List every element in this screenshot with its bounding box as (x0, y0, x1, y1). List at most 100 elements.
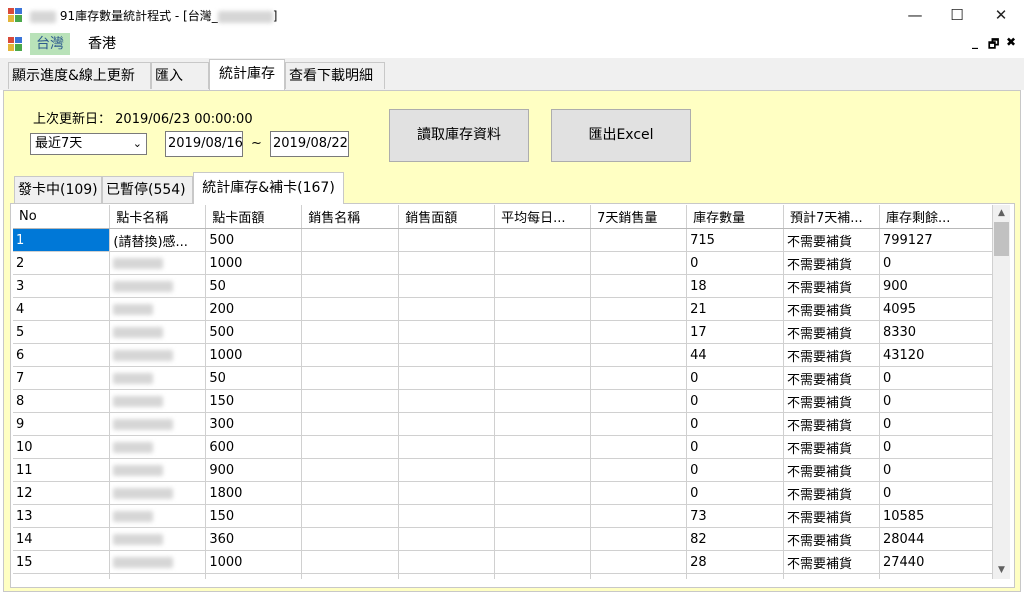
table-cell[interactable]: 10585 (879, 504, 993, 528)
table-cell[interactable]: 0 (686, 481, 785, 505)
column-header[interactable]: 7天銷售量 (590, 205, 688, 229)
table-cell[interactable] (590, 343, 688, 367)
table-cell[interactable] (301, 228, 400, 252)
table-cell[interactable] (494, 274, 592, 298)
table-row[interactable]: 11 900 0 不需要補貨 0 (13, 458, 993, 482)
table-cell[interactable]: 8 (13, 389, 111, 413)
table-cell[interactable] (590, 481, 688, 505)
table-row[interactable]: 14 360 82 不需要補貨 28044 (13, 527, 993, 551)
table-cell[interactable] (398, 228, 496, 252)
table-cell[interactable] (301, 320, 400, 344)
table-cell[interactable]: 不需要補貨 (783, 504, 880, 528)
table-cell[interactable]: 9 (13, 412, 111, 436)
read-inventory-button[interactable]: 讀取庫存資料 (389, 109, 529, 162)
table-cell[interactable] (109, 550, 207, 574)
table-cell[interactable]: 不需要補貨 (783, 389, 880, 413)
table-cell[interactable]: 0 (686, 435, 785, 459)
table-cell[interactable]: 不需要補貨 (783, 366, 880, 390)
table-cell[interactable]: 6 (13, 343, 111, 367)
table-cell[interactable] (109, 389, 207, 413)
table-cell[interactable] (109, 435, 207, 459)
column-header[interactable]: 銷售面額 (398, 205, 496, 229)
table-cell[interactable]: 不需要補貨 (783, 228, 880, 252)
minimize-button[interactable]: — (892, 0, 938, 31)
table-cell[interactable]: 28044 (879, 527, 993, 551)
table-cell[interactable]: 不需要補貨 (783, 458, 880, 482)
table-cell[interactable] (398, 458, 496, 482)
table-cell[interactable]: 1800 (205, 481, 303, 505)
table-cell[interactable] (590, 297, 688, 321)
table-cell[interactable] (494, 435, 592, 459)
scroll-thumb[interactable] (994, 222, 1009, 256)
table-cell[interactable]: (請替換)感... (109, 228, 207, 252)
table-cell[interactable] (109, 366, 207, 390)
table-row[interactable]: 9 300 0 不需要補貨 0 (13, 412, 993, 436)
table-cell[interactable] (398, 504, 496, 528)
table-cell[interactable] (301, 550, 400, 574)
close-button[interactable]: ✕ (978, 0, 1024, 31)
maximize-button[interactable]: ☐ (934, 0, 980, 31)
column-header[interactable]: 點卡面額 (205, 205, 303, 229)
table-cell[interactable]: 4095 (879, 297, 993, 321)
table-cell[interactable] (590, 389, 688, 413)
table-cell[interactable] (301, 527, 400, 551)
column-header[interactable]: 平均每日... (494, 205, 592, 229)
table-cell[interactable] (301, 297, 400, 321)
table-cell[interactable] (398, 366, 496, 390)
table-cell[interactable]: 1000 (205, 343, 303, 367)
table-cell[interactable] (590, 550, 688, 574)
subtab-inventory-restock[interactable]: 統計庫存&補卡(167) (193, 172, 344, 204)
table-cell[interactable] (590, 412, 688, 436)
table-cell[interactable] (590, 504, 688, 528)
table-cell[interactable] (879, 573, 993, 579)
table-cell[interactable] (301, 343, 400, 367)
table-cell[interactable] (301, 251, 400, 275)
table-cell[interactable]: 0 (879, 412, 993, 436)
table-cell[interactable]: 500 (205, 228, 303, 252)
table-cell[interactable] (590, 228, 688, 252)
table-cell[interactable]: 0 (686, 389, 785, 413)
table-cell[interactable] (494, 297, 592, 321)
date-from-input[interactable]: 2019/08/16 (165, 131, 243, 157)
table-cell[interactable]: 0 (686, 458, 785, 482)
table-cell[interactable] (398, 251, 496, 275)
table-cell[interactable] (109, 274, 207, 298)
table-cell[interactable]: 43120 (879, 343, 993, 367)
tab-statistics[interactable]: 統計庫存 (209, 59, 285, 90)
subtab-issuing[interactable]: 發卡中(109) (14, 176, 102, 203)
table-cell[interactable] (109, 504, 207, 528)
table-cell[interactable]: 27440 (879, 550, 993, 574)
table-cell[interactable] (494, 320, 592, 344)
table-cell[interactable] (590, 527, 688, 551)
mdi-minimize-button[interactable]: _ (972, 35, 978, 49)
table-cell[interactable] (494, 343, 592, 367)
table-cell[interactable]: 不需要補貨 (783, 527, 880, 551)
table-row[interactable]: 2 1000 0 不需要補貨 0 (13, 251, 993, 275)
table-cell[interactable] (398, 550, 496, 574)
table-cell[interactable] (109, 343, 207, 367)
table-cell[interactable] (398, 389, 496, 413)
table-cell[interactable]: 16 (13, 573, 111, 579)
table-cell[interactable] (301, 435, 400, 459)
tab-download-details[interactable]: 查看下載明細 (285, 62, 385, 89)
table-cell[interactable] (398, 274, 496, 298)
table-cell[interactable] (494, 481, 592, 505)
table-cell[interactable] (398, 297, 496, 321)
mdi-child-icon[interactable] (8, 37, 22, 51)
table-cell[interactable] (494, 412, 592, 436)
column-header[interactable]: 點卡名稱 (109, 205, 207, 229)
table-cell[interactable] (494, 458, 592, 482)
table-cell[interactable]: 11 (13, 458, 111, 482)
table-cell[interactable] (109, 481, 207, 505)
table-cell[interactable]: 799127 (879, 228, 993, 252)
table-cell[interactable] (398, 481, 496, 505)
table-cell[interactable]: 0 (879, 435, 993, 459)
column-header[interactable]: 庫存剩餘... (879, 205, 993, 229)
table-cell[interactable] (301, 274, 400, 298)
table-cell[interactable]: 50 (205, 274, 303, 298)
table-cell[interactable] (109, 458, 207, 482)
table-cell[interactable]: 0 (879, 366, 993, 390)
table-cell[interactable] (301, 573, 400, 579)
table-cell[interactable]: 15 (13, 550, 111, 574)
table-cell[interactable]: 10 (13, 435, 111, 459)
